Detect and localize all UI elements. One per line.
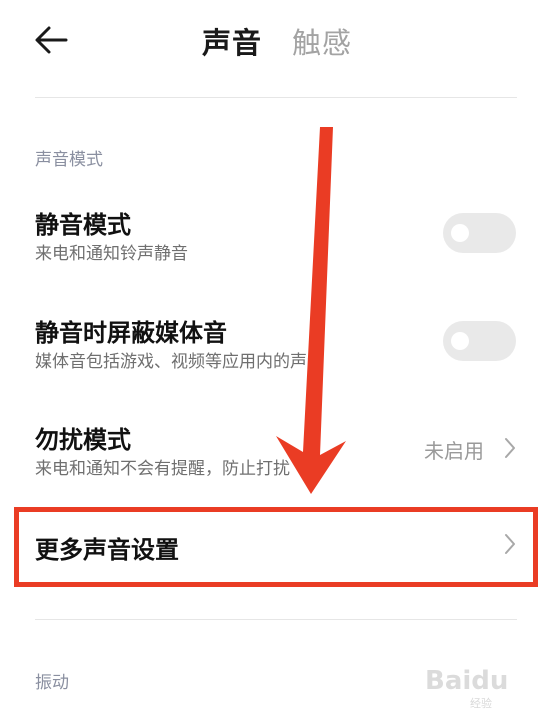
silent-mode-toggle[interactable] <box>443 213 516 253</box>
divider <box>35 619 517 620</box>
row-title: 静音时屏蔽媒体音 <box>35 319 227 347</box>
row-title: 静音模式 <box>35 211 131 239</box>
watermark-logo: Baidu <box>425 666 509 696</box>
chevron-right-icon <box>505 438 515 458</box>
top-bar: 声音 触感 <box>0 0 553 82</box>
tab-sound[interactable]: 声音 <box>202 20 262 62</box>
row-subtitle: 来电和通知不会有提醒，防止打扰 <box>35 459 290 479</box>
mute-media-toggle[interactable] <box>443 321 516 361</box>
dnd-status-value: 未启用 <box>424 439 484 463</box>
annotation-highlight-box <box>14 507 538 587</box>
tab-haptics[interactable]: 触感 <box>292 20 352 62</box>
watermark-subtext: 经验 <box>470 697 492 710</box>
back-arrow-icon[interactable] <box>32 22 72 58</box>
setting-row-do-not-disturb[interactable]: 勿扰模式 来电和通知不会有提醒，防止打扰 未启用 <box>0 410 553 490</box>
setting-row-mute-media[interactable]: 静音时屏蔽媒体音 媒体音包括游戏、视频等应用内的声音 <box>0 302 553 382</box>
setting-row-silent-mode[interactable]: 静音模式 来电和通知铃声静音 <box>0 195 553 275</box>
divider <box>35 97 517 98</box>
row-title: 勿扰模式 <box>35 426 131 454</box>
toggle-knob <box>451 224 469 242</box>
section-label-sound-mode: 声音模式 <box>35 150 103 170</box>
row-subtitle: 媒体音包括游戏、视频等应用内的声音 <box>35 352 324 372</box>
section-label-vibration: 振动 <box>35 673 69 693</box>
toggle-knob <box>451 332 469 350</box>
row-subtitle: 来电和通知铃声静音 <box>35 244 188 264</box>
